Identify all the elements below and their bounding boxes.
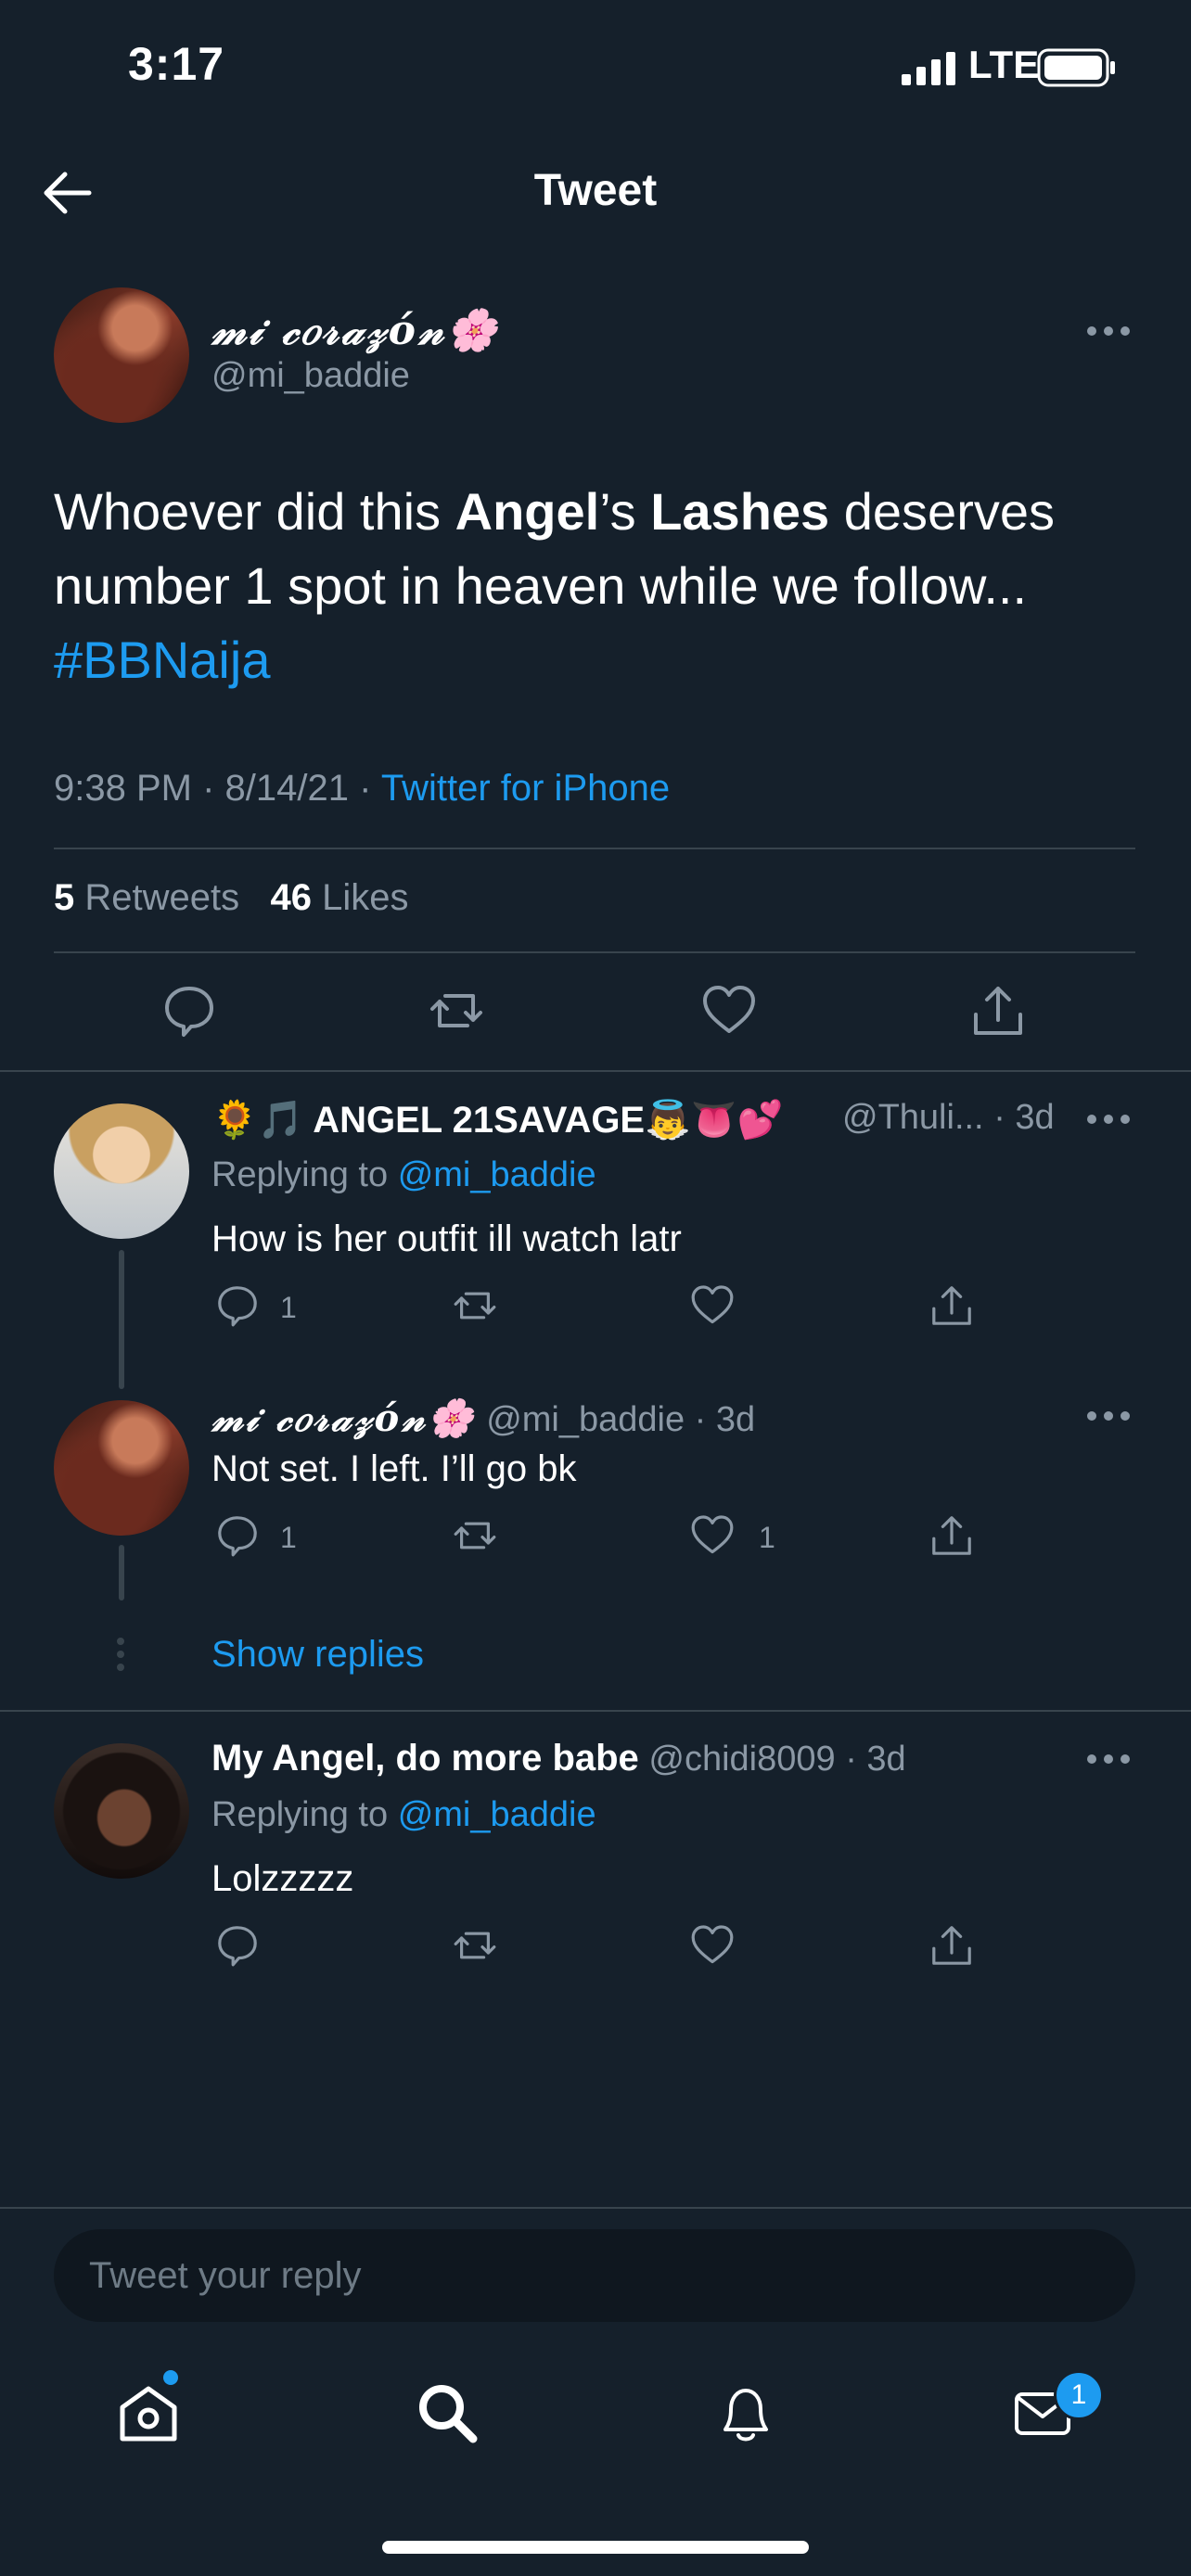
retweet-icon[interactable]: [453, 1513, 497, 1558]
share-icon[interactable]: [929, 1923, 974, 1968]
reply-input-placeholder: Tweet your reply: [89, 2255, 362, 2296]
show-replies-link[interactable]: Show replies: [211, 1634, 424, 1676]
replying-to-link[interactable]: @mi_baddie: [398, 1795, 596, 1834]
divider: [54, 848, 1135, 849]
page-title: Tweet: [533, 166, 658, 215]
reply-icon[interactable]: [161, 983, 217, 1039]
thread-line: [119, 1250, 124, 1389]
status-time: 3:17: [128, 38, 225, 90]
more-options-icon[interactable]: [1087, 326, 1135, 339]
divider: [0, 2207, 1191, 2209]
replying-to: Replying to @mi_baddie: [211, 1155, 596, 1194]
reply-icon[interactable]: [215, 1283, 260, 1328]
reply-text: How is her outfit ill watch latr: [211, 1218, 682, 1259]
reply-text: Not set. I left. I’ll go bk: [211, 1448, 577, 1489]
author-name[interactable]: 𝓂𝒾 𝒸𝑜𝓇𝒶𝓏ó𝓃🌸: [211, 306, 500, 354]
like-count: 1: [759, 1521, 775, 1554]
reply-handle[interactable]: @Thuli... · 3d: [842, 1098, 1055, 1138]
more-options-icon[interactable]: [1087, 1754, 1135, 1767]
tweet-meta: 9:38 PM · 8/14/21 · Twitter for iPhone: [54, 768, 671, 809]
tweet-time: 9:38 PM: [54, 768, 192, 809]
share-icon[interactable]: [929, 1513, 974, 1558]
like-icon[interactable]: [690, 1923, 735, 1968]
divider: [0, 1070, 1191, 1072]
signal-icon: [902, 52, 955, 85]
reply-author-row[interactable]: 𝓂𝒾 𝒸𝑜𝓇𝒶𝓏ó𝓃🌸 @mi_baddie · 3d: [211, 1396, 755, 1440]
reply-author-name: 𝓂𝒾 𝒸𝑜𝓇𝒶𝓏ó𝓃🌸: [211, 1396, 477, 1440]
home-notification-dot: [163, 2370, 178, 2385]
author-handle[interactable]: @mi_baddie: [211, 356, 410, 396]
tweet-text: Whoever did this Angel’s Lashes deserves…: [54, 482, 1055, 689]
more-options-icon[interactable]: [1087, 1411, 1135, 1424]
engagement-stats: 5 Retweets 46 Likes: [54, 877, 408, 919]
retweet-icon[interactable]: [453, 1283, 497, 1328]
more-replies-dots-icon: [117, 1638, 126, 1671]
author-avatar[interactable]: [54, 287, 189, 423]
retweet-icon[interactable]: [429, 983, 484, 1039]
reply-count: 1: [280, 1521, 297, 1554]
hashtag-link[interactable]: #BBNaija: [54, 631, 270, 689]
reply-avatar[interactable]: [54, 1400, 189, 1536]
likes-stat[interactable]: 46 Likes: [270, 877, 408, 918]
share-icon[interactable]: [929, 1283, 974, 1328]
reply-text: Lolzzzzz: [211, 1858, 354, 1899]
reply-icon[interactable]: [215, 1923, 260, 1968]
divider: [54, 951, 1135, 953]
network-label: LTE: [968, 43, 1040, 86]
reply-avatar[interactable]: [54, 1103, 189, 1239]
share-icon[interactable]: [970, 983, 1026, 1039]
more-options-icon[interactable]: [1087, 1115, 1135, 1128]
like-icon[interactable]: [690, 1513, 735, 1558]
tweet-source-link[interactable]: Twitter for iPhone: [381, 768, 670, 809]
reply-handle: @chidi8009: [648, 1740, 836, 1779]
divider: [0, 1710, 1191, 1712]
reply-author-name: My Angel, do more babe: [211, 1738, 639, 1779]
reply-author-row[interactable]: My Angel, do more babe @chidi8009 · 3d: [211, 1738, 906, 1779]
notifications-bell-icon[interactable]: [712, 2379, 779, 2446]
replying-to: Replying to @mi_baddie: [211, 1795, 596, 1834]
messages-badge: 1: [1054, 2370, 1104, 2420]
retweets-stat[interactable]: 5 Retweets: [54, 877, 239, 918]
search-icon[interactable]: [414, 2379, 480, 2446]
reply-icon[interactable]: [215, 1513, 260, 1558]
tweet-date: 8/14/21: [224, 768, 350, 809]
reply-handle: @mi_baddie: [486, 1400, 685, 1439]
reply-input[interactable]: Tweet your reply: [54, 2229, 1135, 2322]
replying-to-link[interactable]: @mi_baddie: [398, 1155, 596, 1194]
reply-avatar[interactable]: [54, 1743, 189, 1879]
like-icon[interactable]: [690, 1283, 735, 1328]
reply-count: 1: [280, 1291, 297, 1324]
like-icon[interactable]: [701, 983, 757, 1039]
reply-author-name[interactable]: 🌻🎵 ANGEL 21SAVAGE👼👅💕: [211, 1098, 784, 1141]
home-icon[interactable]: [115, 2379, 182, 2446]
retweet-icon[interactable]: [453, 1923, 497, 1968]
home-indicator: [382, 2541, 809, 2554]
thread-line: [119, 1545, 124, 1600]
battery-icon: [1037, 48, 1115, 87]
